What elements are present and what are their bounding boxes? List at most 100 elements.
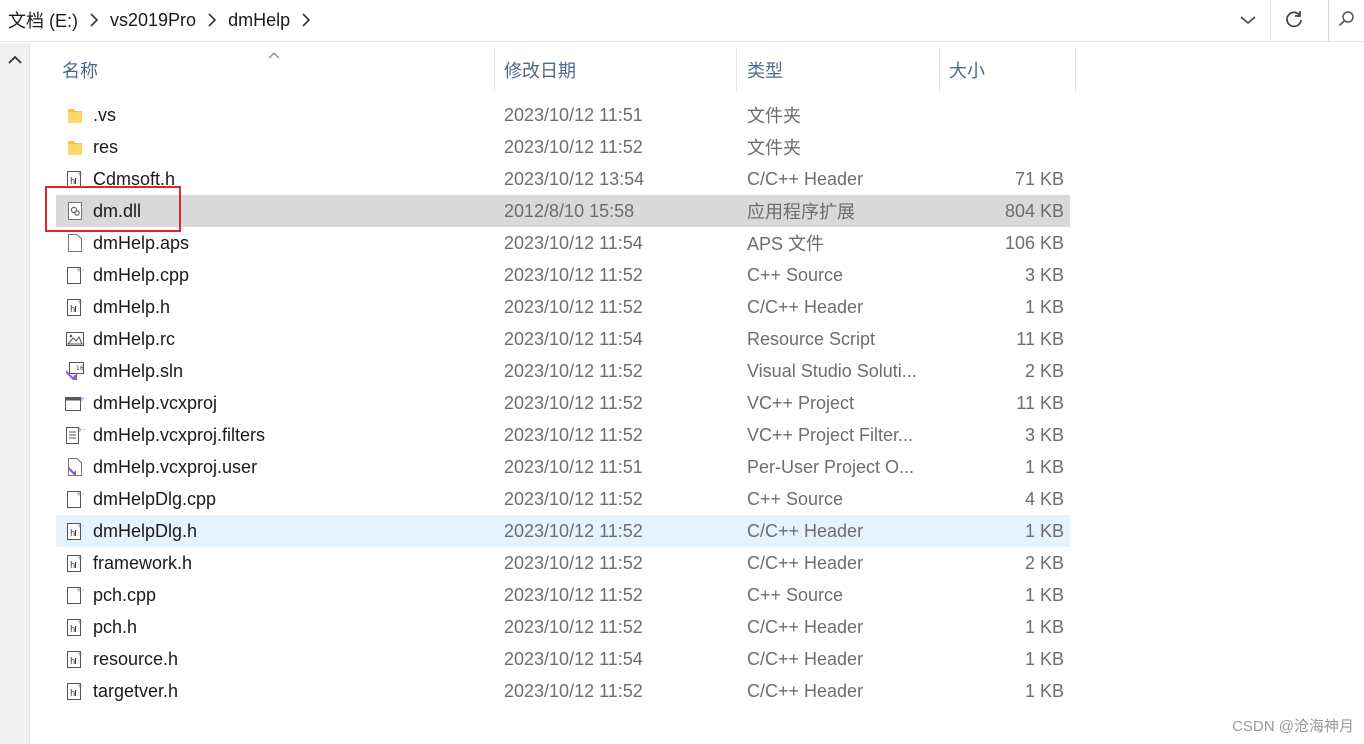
file-modified-date: 2023/10/12 11:52 <box>504 488 643 509</box>
column-header-name[interactable]: 名称 <box>56 48 494 92</box>
chevron-right-icon[interactable] <box>80 13 108 27</box>
breadcrumb-folder-vs2019pro[interactable]: vs2019Pro <box>108 10 198 31</box>
column-header-name-label: 名称 <box>62 61 98 81</box>
column-header-size-label: 大小 <box>949 61 985 81</box>
column-header-row: 名称 修改日期 类型 大小 <box>56 48 1076 92</box>
file-row[interactable]: ++ dmHelp.cpp 2023/10/12 11:52 C++ Source 3 … <box>56 259 1070 291</box>
file-size: 2 KB <box>1024 360 1064 381</box>
file-row[interactable]: ++ dmHelpDlg.cpp 2023/10/12 11:52 C++ Sourc… <box>56 483 1070 515</box>
file-row[interactable]: h++ framework.h 2023/10/12 11:52 C/C++ Head… <box>56 547 1070 579</box>
file-row[interactable]: res 2023/10/12 11:52 文件夹 <box>56 131 1070 163</box>
file-size <box>940 131 1064 163</box>
scroll-up-button[interactable] <box>4 51 26 71</box>
column-header-type-label: 类型 <box>747 61 783 81</box>
svg-text:++: ++ <box>77 650 84 658</box>
file-name: dmHelp.cpp <box>93 264 190 285</box>
svg-text:++: ++ <box>77 522 84 530</box>
file-modified-date: 2023/10/12 11:52 <box>504 680 643 701</box>
file-name: dmHelp.rc <box>93 328 176 349</box>
svg-text:h: h <box>70 177 75 187</box>
column-divider[interactable] <box>494 48 495 92</box>
svg-text:h: h <box>70 529 75 539</box>
file-row[interactable]: h++ pch.h 2023/10/12 11:52 C/C++ Header 1 KB <box>56 611 1070 643</box>
breadcrumb-drive[interactable]: 文档 (E:) <box>6 7 80 33</box>
cpp-file-icon: ++ <box>64 483 86 515</box>
svg-text:h: h <box>70 625 75 635</box>
svg-text:16: 16 <box>76 365 84 372</box>
file-modified-date: 2012/8/10 15:58 <box>504 200 635 221</box>
file-row[interactable]: dmHelp.rc 2023/10/12 11:54 Resource Script… <box>56 323 1070 355</box>
file-size: 106 KB <box>1004 232 1064 253</box>
svg-text:h: h <box>70 657 75 667</box>
file-name: dmHelp.aps <box>93 232 190 253</box>
column-divider[interactable] <box>736 48 737 92</box>
file-row[interactable]: h++ dmHelpDlg.h 2023/10/12 11:52 C/C++ Head… <box>56 515 1070 547</box>
file-row[interactable]: ++ dmHelp.vcxproj 2023/10/12 11:52 VC++ Pro… <box>56 387 1070 419</box>
file-row[interactable]: dmHelp.vcxproj.user 2023/10/12 11:51 Per-U… <box>56 451 1070 483</box>
file-type: 应用程序扩展 <box>747 202 855 222</box>
file-size: 1 KB <box>1024 520 1064 541</box>
file-size: 2 KB <box>1024 552 1064 573</box>
svg-text:++: ++ <box>77 170 84 178</box>
file-name: dmHelp.h <box>93 296 171 317</box>
file-size <box>940 99 1064 131</box>
breadcrumb: 文档 (E:) vs2019Pro dmHelp <box>6 0 320 40</box>
file-name: pch.cpp <box>93 584 157 605</box>
column-header-date[interactable]: 修改日期 <box>498 48 736 92</box>
file-row[interactable]: h++ Cdmsoft.h 2023/10/12 13:54 C/C++ Header… <box>56 163 1070 195</box>
file-modified-date: 2023/10/12 11:54 <box>504 328 643 349</box>
file-name: dmHelp.vcxproj.user <box>93 456 258 477</box>
file-name: .vs <box>93 104 117 125</box>
address-divider <box>1270 0 1271 42</box>
svg-text:++: ++ <box>77 618 84 626</box>
file-modified-date: 2023/10/12 11:52 <box>504 424 643 445</box>
file-size: 3 KB <box>1024 264 1064 285</box>
refresh-button[interactable] <box>1276 6 1312 36</box>
cpp-file-icon: ++ <box>64 259 86 291</box>
file-type: C/C++ Header <box>747 168 864 189</box>
file-row[interactable]: h++ targetver.h 2023/10/12 11:52 C/C++ Head… <box>56 675 1070 707</box>
file-size: 1 KB <box>1024 680 1064 701</box>
file-row[interactable]: ++ dmHelp.vcxproj.filters 2023/10/12 11:52… <box>56 419 1070 451</box>
header-file-icon: h++ <box>64 643 86 675</box>
column-divider[interactable] <box>1075 48 1076 92</box>
file-name: resource.h <box>93 648 179 669</box>
address-history-dropdown[interactable] <box>1230 6 1266 36</box>
svg-text:++: ++ <box>79 395 86 403</box>
file-type: Per-User Project O... <box>747 456 915 477</box>
svg-text:++: ++ <box>77 298 84 306</box>
address-bar[interactable]: 文档 (E:) vs2019Pro dmHelp <box>0 0 1364 42</box>
solution-file-icon: 16 <box>64 355 86 387</box>
file-row[interactable]: dm.dll 2012/8/10 15:58 应用程序扩展 804 KB <box>56 195 1070 227</box>
file-size: 1 KB <box>1024 584 1064 605</box>
file-row[interactable]: h++ dmHelp.h 2023/10/12 11:52 C/C++ Header 1… <box>56 291 1070 323</box>
column-header-type[interactable]: 类型 <box>741 48 939 92</box>
file-list: .vs 2023/10/12 11:51 文件夹 res 2023/10/12 11:5… <box>56 99 1070 707</box>
breadcrumb-folder-dmhelp[interactable]: dmHelp <box>226 10 292 31</box>
column-divider[interactable] <box>939 48 940 92</box>
chevron-right-icon[interactable] <box>198 13 226 27</box>
left-scrollbar[interactable] <box>0 43 30 744</box>
search-box[interactable] <box>1328 0 1364 42</box>
svg-text:++: ++ <box>76 586 84 594</box>
file-name: dmHelp.sln <box>93 360 184 381</box>
file-row[interactable]: 16 dmHelp.sln 2023/10/12 11:52 Visual Studi… <box>56 355 1070 387</box>
file-modified-date: 2023/10/12 11:54 <box>504 232 643 253</box>
file-row[interactable]: h++ resource.h 2023/10/12 11:54 C/C++ Heade… <box>56 643 1070 675</box>
file-modified-date: 2023/10/12 11:52 <box>504 136 643 157</box>
file-type: C++ Source <box>747 584 844 605</box>
file-type: Resource Script <box>747 328 876 349</box>
refresh-icon <box>1284 9 1304 34</box>
file-row[interactable]: dmHelp.aps 2023/10/12 11:54 APS 文件 106 KB <box>56 227 1070 259</box>
file-row[interactable]: .vs 2023/10/12 11:51 文件夹 <box>56 99 1070 131</box>
file-modified-date: 2023/10/12 11:52 <box>504 520 643 541</box>
file-size: 11 KB <box>1016 328 1064 349</box>
svg-text:++: ++ <box>77 554 84 562</box>
file-size: 4 KB <box>1024 488 1064 509</box>
file-name: res <box>93 136 119 157</box>
chevron-right-icon[interactable] <box>292 13 320 27</box>
file-type: C/C++ Header <box>747 520 864 541</box>
file-type: C/C++ Header <box>747 616 864 637</box>
column-header-size[interactable]: 大小 <box>943 48 1075 92</box>
file-row[interactable]: ++ pch.cpp 2023/10/12 11:52 C++ Source 1 KB <box>56 579 1070 611</box>
